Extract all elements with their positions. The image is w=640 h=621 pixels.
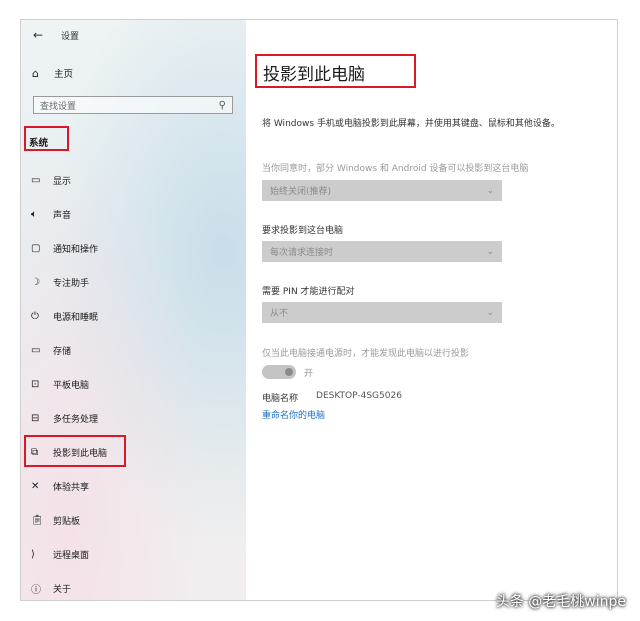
sidebar-item-multitasking[interactable]: ⊟ 多任务处理 xyxy=(31,408,98,428)
clipboard-icon: 📋︎ xyxy=(31,514,44,526)
sidebar-item-label: 通知和操作 xyxy=(53,244,99,255)
setting3-value: 从不 xyxy=(270,309,289,319)
app-title: 设置 xyxy=(61,31,80,42)
speaker-icon: 🔈︎ xyxy=(31,208,37,220)
power-toggle-row: 开 xyxy=(262,365,313,379)
home-link[interactable]: ⌂ 主页 xyxy=(32,66,74,81)
setting2-value: 每次请求连接时 xyxy=(270,248,334,258)
setting1-dropdown[interactable]: 始终关闭(推荐) ⌄ xyxy=(262,180,502,201)
sidebar-item-clipboard[interactable]: 📋︎ 剪贴板 xyxy=(31,510,80,530)
settings-window: ← 设置 ⌂ 主页 查找设置 ⚲ 系统 ▭ 显示 🔈︎ 声音 ▢ 通知和操作 ☽… xyxy=(20,19,618,601)
multitask-icon: ⊟ xyxy=(31,412,40,424)
sidebar-item-notifications[interactable]: ▢ 通知和操作 xyxy=(31,238,98,258)
toggle-knob xyxy=(285,368,293,376)
setting2-dropdown[interactable]: 每次请求连接时 ⌄ xyxy=(262,241,502,262)
storage-icon: ▭ xyxy=(31,344,41,356)
sidebar-item-focus-assist[interactable]: ☽ 专注助手 xyxy=(31,272,89,292)
sidebar-item-label: 声音 xyxy=(53,210,72,221)
sidebar-item-label: 远程桌面 xyxy=(53,550,90,561)
share-icon: ✕ xyxy=(31,480,40,492)
sidebar-item-power[interactable]: ⏻ 电源和睡眠 xyxy=(31,306,98,326)
sidebar-item-label: 剪贴板 xyxy=(53,516,81,527)
page-title: 投影到此电脑 xyxy=(263,65,365,85)
sidebar-item-tablet[interactable]: ⊡ 平板电脑 xyxy=(31,374,89,394)
sidebar-item-label: 电源和睡眠 xyxy=(53,312,99,323)
search-icon: ⚲ xyxy=(218,99,226,111)
sidebar-item-label: 存储 xyxy=(53,346,72,357)
setting3-label: 需要 PIN 才能进行配对 xyxy=(262,287,355,297)
home-icon: ⌂ xyxy=(32,66,39,80)
pc-name-label: 电脑名称 xyxy=(262,394,299,404)
remote-icon: ⟩ xyxy=(31,548,35,560)
notification-icon: ▢ xyxy=(31,242,41,254)
sidebar: ← 设置 ⌂ 主页 查找设置 ⚲ 系统 ▭ 显示 🔈︎ 声音 ▢ 通知和操作 ☽… xyxy=(21,20,246,600)
selected-item-highlight-box xyxy=(24,435,126,467)
setting1-label: 当你同意时，部分 Windows 和 Android 设备可以投影到这台电脑 xyxy=(262,164,529,174)
sidebar-item-about[interactable]: ⓘ 关于 xyxy=(31,578,71,598)
sidebar-item-label: 平板电脑 xyxy=(53,380,90,391)
rename-pc-link[interactable]: 重命名你的电脑 xyxy=(262,408,325,421)
setting3-dropdown[interactable]: 从不 ⌄ xyxy=(262,302,502,323)
sidebar-item-label: 体验共享 xyxy=(53,482,90,493)
watermark: 头条 @老毛桃winpe xyxy=(495,594,626,610)
sidebar-item-shared-experiences[interactable]: ✕ 体验共享 xyxy=(31,476,89,496)
sidebar-item-sound[interactable]: 🔈︎ 声音 xyxy=(31,204,71,224)
power-icon: ⏻ xyxy=(31,310,39,322)
main-content: 投影到此电脑 将 Windows 手机或电脑投影到此屏幕，并使用其键盘、鼠标和其… xyxy=(246,20,617,600)
search-input[interactable]: 查找设置 ⚲ xyxy=(33,96,233,114)
setting2-label: 要求投影到这台电脑 xyxy=(262,226,344,236)
sidebar-item-label: 专注助手 xyxy=(53,278,90,289)
setting1-value: 始终关闭(推荐) xyxy=(270,187,332,197)
home-label: 主页 xyxy=(54,69,74,80)
info-icon: ⓘ xyxy=(31,584,41,596)
section-label: 系统 xyxy=(29,138,49,149)
monitor-icon: ▭ xyxy=(31,174,41,186)
sidebar-item-label: 显示 xyxy=(53,176,72,187)
pc-name-value: DESKTOP-4SG5026 xyxy=(316,391,402,401)
tablet-icon: ⊡ xyxy=(31,378,40,390)
moon-icon: ☽ xyxy=(31,276,40,288)
chevron-down-icon: ⌄ xyxy=(486,307,494,318)
title-bar: ← 设置 xyxy=(33,26,79,44)
sidebar-item-storage[interactable]: ▭ 存储 xyxy=(31,340,71,360)
power-note: 仅当此电脑接通电源时，才能发现此电脑以进行投影 xyxy=(262,349,470,359)
sidebar-item-remote-desktop[interactable]: ⟩ 远程桌面 xyxy=(31,544,89,564)
sidebar-item-label: 多任务处理 xyxy=(53,414,99,425)
chevron-down-icon: ⌄ xyxy=(486,185,494,196)
back-arrow-icon[interactable]: ← xyxy=(33,28,53,42)
sidebar-item-display[interactable]: ▭ 显示 xyxy=(31,170,71,190)
power-toggle[interactable] xyxy=(262,365,296,379)
chevron-down-icon: ⌄ xyxy=(486,246,494,257)
page-description: 将 Windows 手机或电脑投影到此屏幕，并使用其键盘、鼠标和其他设备。 xyxy=(262,119,560,129)
toggle-state-label: 开 xyxy=(304,368,314,379)
search-placeholder: 查找设置 xyxy=(40,101,77,112)
sidebar-item-label: 关于 xyxy=(53,584,72,595)
pc-name-row: 电脑名称 DESKTOP-4SG5026 xyxy=(262,391,402,404)
